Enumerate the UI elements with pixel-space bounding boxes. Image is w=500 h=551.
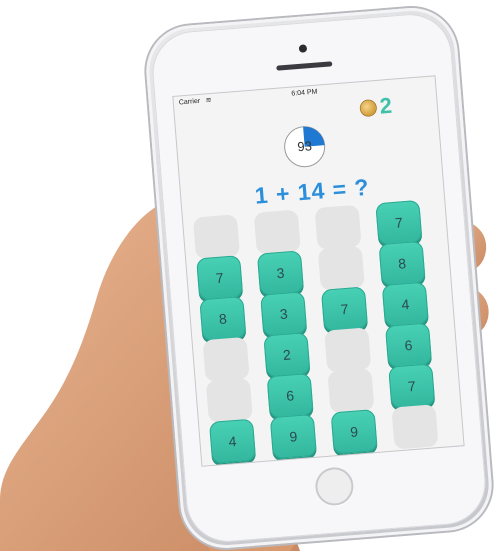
number-tile[interactable]: 6: [384, 322, 433, 368]
empty-tile: [192, 214, 241, 260]
empty-tile: [205, 377, 253, 424]
number-tile[interactable]: 4: [208, 418, 257, 464]
earpiece-speaker: [276, 61, 333, 71]
home-button[interactable]: [313, 466, 355, 507]
number-tile[interactable]: 3: [260, 291, 308, 337]
phone-front: Carrier ≋ 6:04 PM 2 93 1 + 14 = ? 773883…: [149, 11, 489, 545]
empty-tile: [327, 368, 375, 414]
number-tile[interactable]: 2: [263, 332, 311, 378]
status-bar: Carrier ≋ 6:04 PM: [173, 76, 435, 111]
empty-tile: [391, 404, 439, 450]
number-tile[interactable]: 6: [266, 372, 314, 419]
number-tile[interactable]: 7: [196, 255, 244, 301]
empty-tile: [202, 336, 250, 383]
front-camera: [298, 44, 308, 53]
empty-tile: [314, 204, 362, 251]
number-tile[interactable]: 8: [199, 296, 247, 342]
phone-body: Carrier ≋ 6:04 PM 2 93 1 + 14 = ? 773883…: [142, 4, 496, 551]
number-tile[interactable]: 8: [378, 240, 426, 287]
number-tile[interactable]: 7: [320, 286, 369, 332]
empty-tile: [317, 245, 365, 291]
number-tile[interactable]: 9: [330, 409, 378, 455]
number-tile[interactable]: 3: [256, 250, 305, 296]
coin-icon: [360, 100, 377, 117]
coin-count: 2: [378, 92, 393, 119]
status-time: 6:04 PM: [291, 88, 318, 98]
empty-tile: [253, 209, 301, 255]
game-screen: Carrier ≋ 6:04 PM 2 93 1 + 14 = ? 773883…: [173, 76, 464, 466]
number-grid: 773883742667499: [192, 199, 455, 464]
number-tile[interactable]: 7: [388, 363, 436, 409]
number-tile[interactable]: 9: [269, 413, 317, 460]
empty-tile: [324, 327, 372, 373]
number-tile[interactable]: 4: [381, 281, 429, 327]
number-tile[interactable]: 7: [375, 199, 423, 246]
